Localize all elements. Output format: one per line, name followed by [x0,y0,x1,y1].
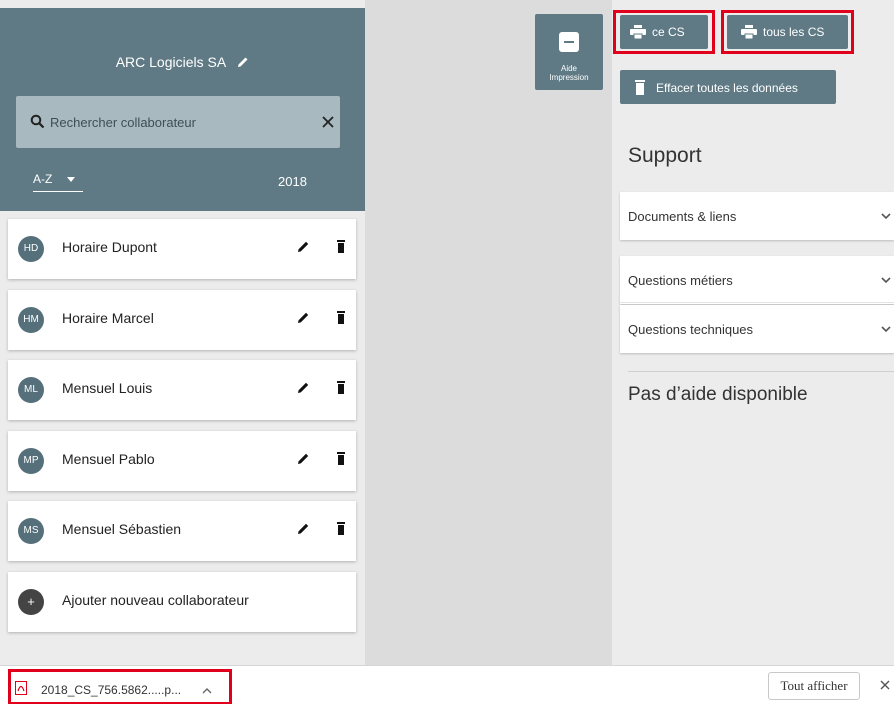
avatar: HD [18,236,44,262]
aide-impression-button[interactable]: Aide Impression [535,14,603,90]
printer-icon [741,25,757,42]
delete-trash-icon[interactable] [336,522,346,536]
edit-pencil-icon[interactable] [296,381,310,395]
delete-trash-icon[interactable] [336,452,346,466]
avatar: ML [18,377,44,403]
employee-row[interactable]: HD Horaire Dupont [8,219,356,279]
company-name: ARC Logiciels SA [115,54,226,70]
aide-label-line2: Impression [549,73,589,82]
year-label: 2018 [278,174,307,189]
employee-row[interactable]: HM Horaire Marcel [8,290,356,350]
print-all-label: tous les CS [763,25,825,39]
employee-row[interactable]: MS Mensuel Sébastien [8,501,356,561]
employee-row[interactable]: MP Mensuel Pablo [8,431,356,491]
trash-icon [634,80,646,98]
employee-name: Mensuel Sébastien [62,521,182,537]
accordion-questions-techniques[interactable]: Questions techniques [620,305,894,353]
clear-data-label: Effacer toutes les données [656,81,798,95]
delete-trash-icon[interactable] [336,381,346,395]
download-bar: 2018_CS_756.5862.....p... Tout afficher [0,665,894,704]
edit-company-pencil-icon[interactable] [237,55,249,71]
accordion-questions-metiers[interactable]: Questions métiers [620,256,894,304]
chevron-down-icon [880,210,892,222]
minus-square-icon [559,32,579,52]
panel-header: ARC Logiciels SA A-Z 2018 [0,8,365,211]
accordion-label: Questions métiers [628,273,733,288]
employee-name: Horaire Dupont [62,239,157,255]
employee-name: Mensuel Pablo [62,451,155,467]
employee-row[interactable]: ML Mensuel Louis [8,360,356,420]
clear-search-close-icon[interactable] [318,112,338,132]
sort-value: A-Z [33,172,53,186]
employee-name: Horaire Marcel [62,310,154,326]
company-row: ARC Logiciels SA [0,54,365,71]
workspace-area [365,0,612,665]
edit-pencil-icon[interactable] [296,240,310,254]
chevron-up-icon[interactable] [201,683,213,694]
divider [620,302,894,303]
aide-label: Aide Impression [535,64,603,82]
print-this-cs-button[interactable]: ce CS [620,15,708,49]
avatar: MS [18,518,44,544]
sort-select[interactable]: A-Z [33,172,83,192]
avatar: HM [18,307,44,333]
delete-trash-icon[interactable] [336,240,346,254]
add-plus-icon: + [18,589,44,615]
download-filename: 2018_CS_756.5862.....p... [41,683,182,697]
print-this-label: ce CS [652,25,685,39]
search-box [16,96,340,148]
edit-pencil-icon[interactable] [296,522,310,536]
aide-label-line1: Aide [560,64,577,73]
download-item[interactable]: 2018_CS_756.5862.....p... [8,669,232,704]
chevron-down-icon [880,323,892,335]
pdf-icon [15,681,27,695]
no-help-text: Pas d’aide disponible [628,384,808,405]
chevron-down-icon [880,274,892,286]
clear-all-data-button[interactable]: Effacer toutes les données [620,70,836,104]
show-all-downloads-button[interactable]: Tout afficher [768,672,860,700]
divider [628,371,894,372]
avatar: MP [18,448,44,474]
printer-icon [630,25,646,42]
accordion-label: Documents & liens [628,209,737,224]
support-title: Support [628,144,702,167]
print-all-cs-button[interactable]: tous les CS [727,15,848,49]
employee-name: Mensuel Louis [62,380,153,396]
accordion-label: Questions techniques [628,322,754,337]
search-input[interactable] [50,110,290,134]
edit-pencil-icon[interactable] [296,452,310,466]
caret-down-icon [67,177,75,182]
employee-panel: ARC Logiciels SA A-Z 2018 HD Horaire Dup… [0,0,365,665]
accordion-documents[interactable]: Documents & liens [620,192,894,240]
add-employee-label: Ajouter nouveau collaborateur [62,592,249,608]
delete-trash-icon[interactable] [336,311,346,325]
search-icon [30,114,45,134]
close-icon[interactable] [878,678,892,692]
edit-pencil-icon[interactable] [296,311,310,325]
add-employee-button[interactable]: + Ajouter nouveau collaborateur [8,572,356,632]
